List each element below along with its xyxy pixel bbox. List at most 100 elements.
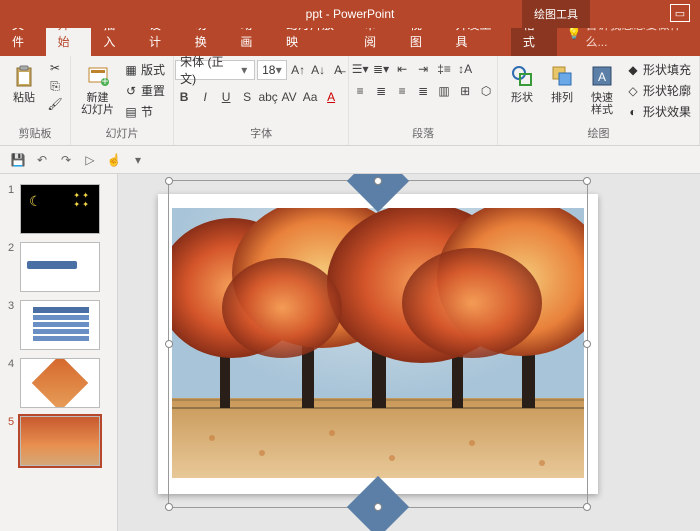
- touch-mode-icon[interactable]: ☝: [106, 152, 122, 168]
- chevron-down-icon: ▾: [238, 63, 250, 77]
- decrease-font-icon[interactable]: A↓: [309, 61, 327, 79]
- thumbnail-5[interactable]: 5: [0, 412, 117, 470]
- shadow-button[interactable]: abç: [259, 88, 277, 106]
- section-button[interactable]: ▤节: [122, 102, 167, 121]
- text-direction-button[interactable]: ↕A: [456, 60, 474, 78]
- copy-icon: ⎘: [48, 79, 62, 93]
- resize-handle[interactable]: [374, 503, 382, 511]
- group-paragraph: ☰▾ ≣▾ ⇤ ⇥ ‡≡ ↕A ≡ ≣ ≡ ≣ ▥ ⊞ ⬡ 段落: [349, 56, 498, 145]
- quick-styles-icon: A: [588, 62, 616, 90]
- justify-button[interactable]: ≣: [414, 82, 432, 100]
- line-spacing-button[interactable]: ‡≡: [435, 60, 453, 78]
- underline-button[interactable]: U: [217, 88, 235, 106]
- new-slide-icon: +: [84, 62, 112, 90]
- selection-frame[interactable]: [168, 180, 588, 508]
- group-slides: + 新建 幻灯片 ▦版式 ↺重置 ▤节 幻灯片: [71, 56, 174, 145]
- group-clipboard: 粘贴 ✂ ⎘ 🖌 剪贴板: [0, 56, 71, 145]
- undo-icon[interactable]: ↶: [34, 152, 50, 168]
- shape-effects-button[interactable]: ◐形状效果: [624, 102, 693, 121]
- resize-handle[interactable]: [165, 503, 173, 511]
- font-color-button[interactable]: A: [322, 88, 340, 106]
- slide-canvas[interactable]: [118, 174, 700, 531]
- new-slide-button[interactable]: + 新建 幻灯片: [77, 60, 118, 118]
- current-slide: [158, 194, 598, 494]
- format-painter-button[interactable]: 🖌: [46, 96, 64, 112]
- slide-thumbnails[interactable]: 1 ☾ ✦ ✦✦ ✦ 2 3 4: [0, 174, 118, 531]
- app-title: ppt - PowerPoint: [306, 7, 395, 21]
- character-spacing-button[interactable]: AV: [280, 88, 298, 106]
- slideshow-icon[interactable]: ▷: [82, 152, 98, 168]
- thumbnail-3[interactable]: 3: [0, 296, 117, 354]
- thumbnail-2[interactable]: 2: [0, 238, 117, 296]
- svg-text:A: A: [598, 70, 606, 84]
- italic-button[interactable]: I: [196, 88, 214, 106]
- arrange-button[interactable]: 排列: [544, 60, 580, 106]
- contextual-tab-label: 绘图工具: [522, 0, 590, 28]
- shapes-button[interactable]: 形状: [504, 60, 540, 106]
- paragraph-group-label: 段落: [412, 123, 434, 143]
- resize-handle[interactable]: [165, 340, 173, 348]
- resize-handle[interactable]: [374, 177, 382, 185]
- change-case-button[interactable]: Aa: [301, 88, 319, 106]
- bold-button[interactable]: B: [175, 88, 193, 106]
- paste-label: 粘贴: [13, 92, 35, 104]
- ribbon: 粘贴 ✂ ⎘ 🖌 剪贴板 + 新建 幻灯片 ▦版式 ↺重置 ▤节: [0, 56, 700, 146]
- resize-handle[interactable]: [583, 503, 591, 511]
- align-center-button[interactable]: ≣: [372, 82, 390, 100]
- effects-icon: ◐: [626, 105, 640, 119]
- drawing-group-label: 绘图: [587, 123, 609, 143]
- layout-button[interactable]: ▦版式: [122, 60, 167, 79]
- thumb-preview: [20, 416, 100, 466]
- brush-icon: 🖌: [48, 97, 62, 111]
- align-left-button[interactable]: ≡: [351, 82, 369, 100]
- clipboard-group-label: 剪贴板: [19, 123, 52, 143]
- layout-icon: ▦: [124, 63, 138, 77]
- fill-icon: ◆: [626, 63, 640, 77]
- resize-handle[interactable]: [583, 340, 591, 348]
- reset-button[interactable]: ↺重置: [122, 81, 167, 100]
- numbering-button[interactable]: ≣▾: [372, 60, 390, 78]
- align-text-button[interactable]: ⊞: [456, 82, 474, 100]
- resize-handle[interactable]: [583, 177, 591, 185]
- thumb-preview: ☾ ✦ ✦✦ ✦: [20, 184, 100, 234]
- redo-icon[interactable]: ↷: [58, 152, 74, 168]
- group-drawing: 形状 排列 A 快速样式 ◆形状填充 ◇形状轮廓 ◐形状效果 绘图: [498, 56, 700, 145]
- strikethrough-button[interactable]: S: [238, 88, 256, 106]
- group-font: 宋体 (正文)▾ 18▾ A↑ A↓ A̶ B I U S abç AV Aa …: [174, 56, 349, 145]
- resize-handle[interactable]: [165, 177, 173, 185]
- columns-button[interactable]: ▥: [435, 82, 453, 100]
- indent-decrease-button[interactable]: ⇤: [393, 60, 411, 78]
- more-icon[interactable]: ▾: [130, 152, 146, 168]
- chevron-down-icon: ▾: [275, 63, 282, 77]
- ribbon-display-options-icon[interactable]: ▭: [670, 4, 690, 22]
- slides-group-label: 幻灯片: [106, 123, 139, 143]
- bullets-button[interactable]: ☰▾: [351, 60, 369, 78]
- thumbnail-1[interactable]: 1 ☾ ✦ ✦✦ ✦: [0, 180, 117, 238]
- clipboard-icon: [10, 62, 38, 90]
- quick-access-bar: 💾 ↶ ↷ ▷ ☝ ▾: [0, 146, 700, 174]
- save-icon[interactable]: 💾: [10, 152, 26, 168]
- section-icon: ▤: [124, 105, 138, 119]
- indent-increase-button[interactable]: ⇥: [414, 60, 432, 78]
- new-slide-label: 新建 幻灯片: [81, 92, 114, 116]
- lightbulb-icon: 💡: [567, 26, 582, 40]
- paste-button[interactable]: 粘贴: [6, 60, 42, 106]
- thumbnail-4[interactable]: 4: [0, 354, 117, 412]
- cut-button[interactable]: ✂: [46, 60, 64, 76]
- arrange-icon: [548, 62, 576, 90]
- clear-format-icon[interactable]: A̶: [329, 61, 347, 79]
- thumb-preview: [20, 300, 100, 350]
- smartart-button[interactable]: ⬡: [477, 82, 495, 100]
- ribbon-tabs: 文件 开始 插入 设计 切换 动画 幻灯片放映 审阅 视图 开发工具 格式 💡 …: [0, 28, 700, 56]
- font-name-combo[interactable]: 宋体 (正文)▾: [175, 60, 255, 80]
- title-bar: ppt - PowerPoint 绘图工具 ▭: [0, 0, 700, 28]
- workspace: 1 ☾ ✦ ✦✦ ✦ 2 3 4: [0, 174, 700, 531]
- reset-icon: ↺: [124, 84, 138, 98]
- align-right-button[interactable]: ≡: [393, 82, 411, 100]
- increase-font-icon[interactable]: A↑: [289, 61, 307, 79]
- font-size-combo[interactable]: 18▾: [257, 60, 287, 80]
- quick-styles-button[interactable]: A 快速样式: [584, 60, 620, 118]
- shape-outline-button[interactable]: ◇形状轮廓: [624, 81, 693, 100]
- copy-button[interactable]: ⎘: [46, 78, 64, 94]
- shape-fill-button[interactable]: ◆形状填充: [624, 60, 693, 79]
